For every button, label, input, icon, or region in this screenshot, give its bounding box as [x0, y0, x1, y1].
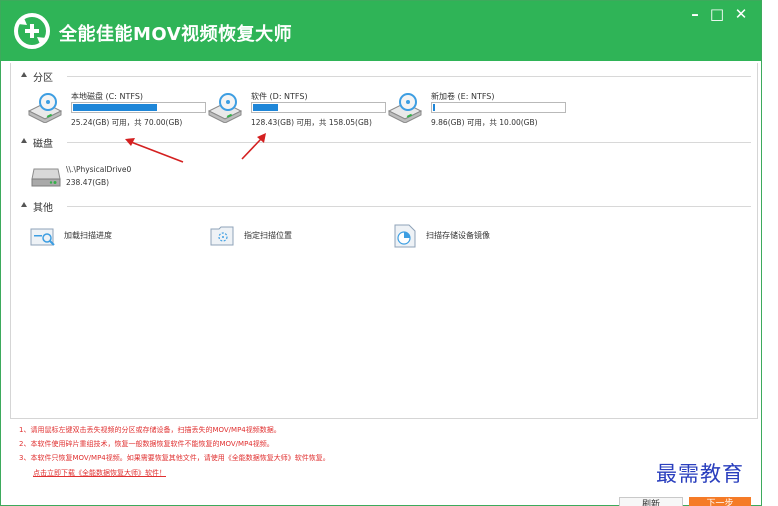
action-label: 加载扫描进度 [64, 231, 112, 240]
specify-scan-location-action[interactable]: 指定扫描位置 [209, 223, 379, 251]
disk-section-header[interactable]: 磁盘 [21, 135, 751, 150]
app-title: 全能佳能MOV视频恢复大师 [59, 24, 293, 45]
drive-usage-bar [251, 102, 386, 113]
watermark: 最需教育 [656, 462, 744, 486]
app-logo-icon [14, 13, 50, 49]
drive-usage-fill [433, 104, 435, 111]
drive-usage-bar [431, 102, 566, 113]
section-divider [67, 142, 751, 143]
other-section-label: 其他 [33, 203, 53, 214]
physical-drive-name: \\.\PhysicalDrive0 [66, 165, 132, 174]
disk-image-icon [394, 224, 416, 248]
close-button[interactable]: ✕ [732, 5, 750, 23]
physical-drive-size: 238.47(GB) [66, 178, 110, 187]
drive-capacity: 25.24(GB) 可用，共 70.00(GB) [71, 118, 183, 127]
target-location-icon [210, 226, 234, 246]
instruction-line: 2、本软件使用碎片重组技术，恢复一般数据恢复软件不能恢复的MOV/MP4视频。 [19, 440, 274, 448]
drive-c[interactable]: 本地磁盘 (C: NTFS) 25.24(GB) 可用，共 70.00(GB) [27, 91, 206, 131]
download-link[interactable]: 点击立即下载《全能数据恢复大师》软件！ [33, 468, 166, 478]
load-scan-progress-action[interactable]: 加载扫描进度 [29, 223, 199, 251]
disk-section-label: 磁盘 [33, 139, 53, 150]
drive-name: 本地磁盘 (C: NTFS) [71, 92, 144, 101]
main-panel: 分区 本地磁盘 (C: NTFS) 25.24(GB) 可用，共 70.00(G… [10, 63, 758, 419]
drive-capacity: 128.43(GB) 可用，共 158.05(GB) [251, 118, 372, 127]
drive-e[interactable]: 新加卷 (E: NTFS) 9.86(GB) 可用，共 10.00(GB) [387, 91, 566, 131]
refresh-button[interactable]: 刷新 [619, 497, 683, 506]
physical-drive-0[interactable]: \\.\PhysicalDrive0 238.47(GB) [31, 161, 171, 191]
drive-usage-bar [71, 102, 206, 113]
action-label: 扫描存储设备镜像 [426, 231, 490, 240]
drive-d[interactable]: 软件 (D: NTFS) 128.43(GB) 可用，共 158.05(GB) [207, 91, 386, 131]
drive-icon [387, 93, 423, 123]
next-button[interactable]: 下一步 [689, 497, 751, 506]
main-window: 全能佳能MOV视频恢复大师 – □ ✕ 分区 本地磁盘 (C: NTFS) 25… [0, 0, 762, 506]
minimize-button[interactable]: – [686, 5, 704, 23]
drive-usage-fill [73, 104, 157, 111]
other-section-header[interactable]: 其他 [21, 199, 751, 214]
partition-section-label: 分区 [33, 73, 53, 84]
action-label: 指定扫描位置 [244, 231, 292, 240]
title-bar[interactable]: 全能佳能MOV视频恢复大师 – □ ✕ [1, 1, 761, 61]
collapse-arrow-icon[interactable] [21, 202, 27, 207]
drive-capacity: 9.86(GB) 可用，共 10.00(GB) [431, 118, 538, 127]
drive-name: 软件 (D: NTFS) [251, 92, 308, 101]
hard-disk-icon [31, 168, 61, 187]
instruction-line: 1、请用鼠标左键双击丢失视频的分区或存储设备，扫描丢失的MOV/MP4视频数据。 [19, 426, 281, 434]
collapse-arrow-icon[interactable] [21, 138, 27, 143]
scan-storage-image-action[interactable]: 扫描存储设备镜像 [391, 223, 561, 251]
drive-icon [207, 93, 243, 123]
section-divider [67, 206, 751, 207]
partition-section-header[interactable]: 分区 [21, 69, 751, 84]
drive-name: 新加卷 (E: NTFS) [431, 92, 495, 101]
drive-usage-fill [253, 104, 278, 111]
drive-icon [27, 93, 63, 123]
maximize-button[interactable]: □ [708, 5, 726, 23]
load-progress-icon [30, 228, 55, 246]
section-divider [67, 76, 751, 77]
instruction-line: 3、本软件只恢复MOV/MP4视频。如果需要恢复其他文件，请使用《全能数据恢复大… [19, 454, 330, 462]
collapse-arrow-icon[interactable] [21, 72, 27, 77]
